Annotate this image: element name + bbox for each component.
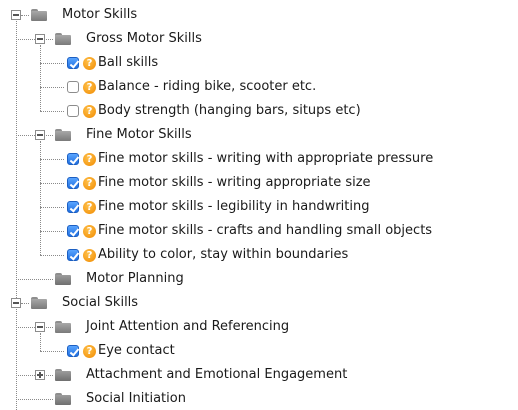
folder-icon: [55, 321, 71, 333]
tree-branch-line: [40, 207, 64, 208]
item-label-ball-skills[interactable]: Ball skills: [98, 55, 158, 71]
tree-branch-line: [40, 351, 64, 352]
help-icon[interactable]: ?: [83, 177, 96, 190]
expand-toggle-attachment-and-emotional-engagement[interactable]: [35, 370, 45, 380]
folder-label-motor-planning[interactable]: Motor Planning: [86, 271, 184, 287]
folder-body: [55, 35, 71, 45]
item-label-ability-to-color-stay-within-boundaries[interactable]: Ability to color, stay within boundaries: [98, 247, 348, 263]
folder-icon: [55, 369, 71, 381]
item-label-eye-contact[interactable]: Eye contact: [98, 343, 175, 359]
folder-body: [31, 11, 47, 21]
folder-body: [55, 323, 71, 333]
help-icon[interactable]: ?: [83, 249, 96, 262]
item-label-fine-motor-skills-writing-appropriate-size[interactable]: Fine motor skills - writing appropriate …: [98, 175, 371, 191]
folder-icon: [55, 129, 71, 141]
folder-body: [55, 395, 71, 405]
folder-icon: [55, 393, 71, 405]
folder-label-social-skills[interactable]: Social Skills: [62, 295, 138, 311]
folder-icon: [31, 297, 47, 309]
folder-label-attachment-and-emotional-engagement[interactable]: Attachment and Emotional Engagement: [86, 367, 347, 383]
folder-label-joint-attention-and-referencing[interactable]: Joint Attention and Referencing: [86, 319, 289, 335]
item-label-body-strength-hanging-bars-situps-etc[interactable]: Body strength (hanging bars, situps etc): [98, 103, 361, 119]
checkbox-balance-riding-bike-scooter-etc[interactable]: [67, 81, 79, 93]
checkbox-fine-motor-skills-writing-with-appropriate-pressure[interactable]: [67, 153, 79, 165]
tree-branch-line: [40, 63, 64, 64]
help-icon[interactable]: ?: [83, 105, 96, 118]
collapse-toggle-social-skills[interactable]: [11, 298, 21, 308]
folder-body: [31, 299, 47, 309]
collapse-toggle-gross-motor-skills[interactable]: [35, 34, 45, 44]
folder-label-motor-skills[interactable]: Motor Skills: [62, 7, 137, 23]
tree-guide-line: [16, 309, 17, 410]
checkbox-body-strength-hanging-bars-situps-etc[interactable]: [67, 105, 79, 117]
checkbox-eye-contact[interactable]: [67, 345, 79, 357]
tree-branch-line: [40, 159, 64, 160]
tree-guide-line: [40, 333, 41, 351]
tree-guide-line: [40, 45, 41, 111]
collapse-toggle-joint-attention-and-referencing[interactable]: [35, 322, 45, 332]
help-icon[interactable]: ?: [83, 153, 96, 166]
folder-icon: [55, 33, 71, 45]
tree-branch-line: [40, 231, 64, 232]
tree-branch-line: [16, 279, 53, 280]
folder-body: [55, 131, 71, 141]
folder-body: [55, 275, 71, 285]
help-icon[interactable]: ?: [83, 57, 96, 70]
item-label-fine-motor-skills-crafts-and-handling-small-objects[interactable]: Fine motor skills - crafts and handling …: [98, 223, 432, 239]
help-icon[interactable]: ?: [83, 81, 96, 94]
checkbox-fine-motor-skills-crafts-and-handling-small-objects[interactable]: [67, 225, 79, 237]
checkbox-ball-skills[interactable]: [67, 57, 79, 69]
help-icon[interactable]: ?: [83, 225, 96, 238]
collapse-toggle-motor-skills[interactable]: [11, 10, 21, 20]
item-label-fine-motor-skills-legibility-in-handwriting[interactable]: Fine motor skills - legibility in handwr…: [98, 199, 369, 215]
checkbox-fine-motor-skills-legibility-in-handwriting[interactable]: [67, 201, 79, 213]
item-label-balance-riding-bike-scooter-etc[interactable]: Balance - riding bike, scooter etc.: [98, 79, 316, 95]
checkbox-fine-motor-skills-writing-appropriate-size[interactable]: [67, 177, 79, 189]
tree-branch-line: [40, 183, 64, 184]
help-icon[interactable]: ?: [83, 345, 96, 358]
tree-branch-line: [40, 255, 64, 256]
item-label-fine-motor-skills-writing-with-appropriate-pressure[interactable]: Fine motor skills - writing with appropr…: [98, 151, 433, 167]
folder-icon: [55, 273, 71, 285]
folder-icon: [31, 9, 47, 21]
folder-body: [55, 371, 71, 381]
tree-branch-line: [40, 87, 64, 88]
checkbox-ability-to-color-stay-within-boundaries[interactable]: [67, 249, 79, 261]
folder-label-fine-motor-skills[interactable]: Fine Motor Skills: [86, 127, 192, 143]
tree-branch-line: [21, 15, 29, 16]
folder-label-gross-motor-skills[interactable]: Gross Motor Skills: [86, 31, 202, 47]
collapse-toggle-fine-motor-skills[interactable]: [35, 130, 45, 140]
tree-branch-line: [21, 303, 29, 304]
skills-tree: Motor Skills Gross Motor Skills? Ball skil…: [0, 0, 518, 410]
tree-branch-line: [16, 399, 53, 400]
help-icon[interactable]: ?: [83, 201, 96, 214]
folder-label-social-initiation[interactable]: Social Initiation: [86, 391, 186, 407]
tree-branch-line: [40, 111, 64, 112]
